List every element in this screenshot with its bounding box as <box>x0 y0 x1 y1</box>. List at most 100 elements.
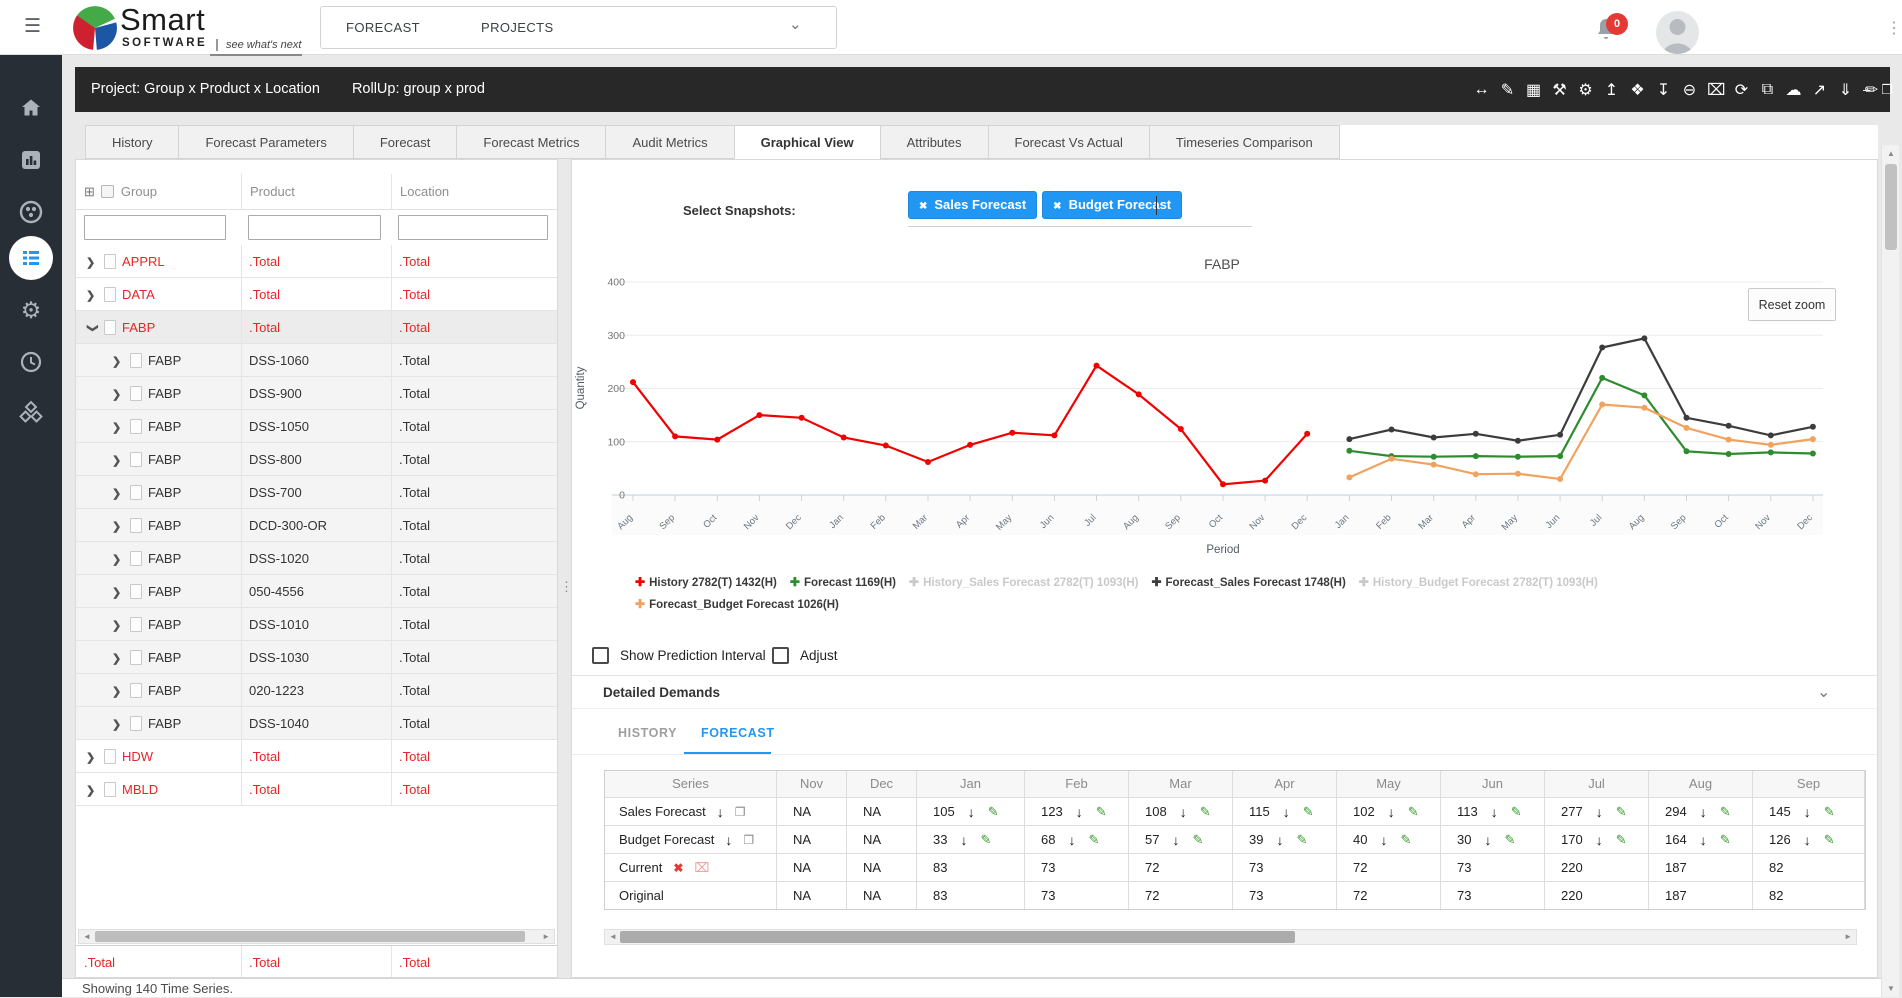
snapshot-chip-sales-forecast[interactable]: ✖Sales Forecast <box>908 191 1037 219</box>
expand-chevron-icon[interactable]: ❯ <box>112 379 124 410</box>
sidebar-item-timeseries-list[interactable] <box>9 236 53 280</box>
notifications-badge[interactable]: 0 <box>1606 13 1628 35</box>
scroll-right-icon[interactable]: ► <box>542 931 550 943</box>
expand-chevron-icon[interactable]: ❯ <box>112 346 124 377</box>
apply-down-icon[interactable]: ↓ <box>1596 827 1603 853</box>
tree-row-hdw[interactable]: ❯HDW.Total.Total <box>76 740 557 773</box>
remove-snapshot-icon[interactable]: ⊖ <box>1681 80 1698 100</box>
chip-remove-icon[interactable]: ✖ <box>919 201 927 212</box>
tree-row-dcd-300-or[interactable]: ❯FABPDCD-300-OR.Total <box>76 509 557 542</box>
apply-down-icon[interactable]: ↓ <box>1172 827 1179 853</box>
export-icon[interactable]: ↗ <box>1811 80 1828 100</box>
expand-chevron-icon[interactable]: ❯ <box>86 775 98 806</box>
sidebar-item-products[interactable] <box>9 391 53 435</box>
tab-forecast[interactable]: FORECAST <box>701 726 775 740</box>
apply-down-icon[interactable]: ↓ <box>717 799 724 825</box>
restore-icon[interactable]: ❐ <box>1881 82 1893 98</box>
tools-icon[interactable]: ⚒ <box>1551 80 1568 100</box>
sidebar-item-settings[interactable]: ⚙ <box>9 288 53 332</box>
sidebar-item-groups[interactable] <box>9 190 53 234</box>
edit-pencil-icon[interactable]: ✎ <box>988 799 999 825</box>
tab-graphical-view[interactable]: Graphical View <box>734 125 880 159</box>
expand-chevron-icon[interactable]: ❯ <box>112 412 124 443</box>
apply-down-icon[interactable]: ↓ <box>1700 799 1707 825</box>
expand-chevron-icon[interactable]: ❯ <box>112 577 124 608</box>
tree-row-mbld[interactable]: ❯MBLD.Total.Total <box>76 773 557 806</box>
sidebar-item-home[interactable] <box>9 86 53 130</box>
delete-icon[interactable]: ⌧ <box>1707 80 1724 100</box>
location-filter-input[interactable] <box>398 215 548 240</box>
tab-forecast-metrics[interactable]: Forecast Metrics <box>456 125 605 159</box>
expand-chevron-icon[interactable]: ❯ <box>112 709 124 740</box>
expand-chevron-icon[interactable]: ❯ <box>112 610 124 641</box>
edit-pencil-icon[interactable]: ✎ <box>1616 799 1627 825</box>
edit-pencil-icon[interactable]: ✎ <box>1504 827 1515 853</box>
apply-down-icon[interactable]: ↓ <box>960 827 967 853</box>
apply-down-icon[interactable]: ↓ <box>1380 827 1387 853</box>
apply-down-icon[interactable]: ↓ <box>1180 799 1187 825</box>
nav-item-projects[interactable]: PROJECTS <box>481 7 554 48</box>
edit-pencil-icon[interactable]: ✎ <box>1096 799 1107 825</box>
apply-down-icon[interactable]: ↓ <box>1076 799 1083 825</box>
tab-forecast-parameters[interactable]: Forecast Parameters <box>178 125 352 159</box>
apply-down-icon[interactable]: ↓ <box>1700 827 1707 853</box>
apply-down-icon[interactable]: ↓ <box>1804 799 1811 825</box>
expand-chevron-icon[interactable]: ❯ <box>76 324 109 336</box>
tree-horizontal-scrollbar[interactable]: ◄ ► <box>78 929 555 944</box>
snapshot-chip-budget-forecast[interactable]: ✖Budget Forecast <box>1042 191 1182 219</box>
resize-horizontal-icon[interactable]: ↔ <box>1473 81 1490 99</box>
tree-row-dss-1030[interactable]: ❯FABPDSS-1030.Total <box>76 641 557 674</box>
apply-down-icon[interactable]: ↓ <box>1068 827 1075 853</box>
tab-audit-metrics[interactable]: Audit Metrics <box>605 125 733 159</box>
tree-row-dss-1060[interactable]: ❯FABPDSS-1060.Total <box>76 344 557 377</box>
copy-icon[interactable]: ❐ <box>743 827 754 853</box>
table-hscroll-thumb[interactable] <box>620 931 1295 943</box>
expand-chevron-icon[interactable]: ❯ <box>86 247 98 278</box>
legend-item[interactable]: ✚Forecast_Sales Forecast 1748(H) <box>1151 574 1345 591</box>
tab-history[interactable]: HISTORY <box>618 726 677 740</box>
tab-timeseries-comparison[interactable]: Timeseries Comparison <box>1149 125 1340 159</box>
expand-chevron-icon[interactable]: ❯ <box>86 280 98 311</box>
edit-pencil-icon[interactable]: ✎ <box>1303 799 1314 825</box>
kebab-menu-icon[interactable]: ⋮ <box>1886 18 1902 38</box>
expand-chevron-icon[interactable]: ❯ <box>112 445 124 476</box>
product-filter-input[interactable] <box>248 215 381 240</box>
tree-row-050-4556[interactable]: ❯FABP050-4556.Total <box>76 575 557 608</box>
tree-row-dss-1010[interactable]: ❯FABPDSS-1010.Total <box>76 608 557 641</box>
apply-down-icon[interactable]: ↓ <box>968 799 975 825</box>
tab-forecast-vs-actual[interactable]: Forecast Vs Actual <box>988 125 1149 159</box>
expand-chevron-icon[interactable]: ❯ <box>112 478 124 509</box>
legend-item[interactable]: ✚Forecast 1169(H) <box>790 574 896 591</box>
apply-down-icon[interactable]: ↓ <box>1276 827 1283 853</box>
nav-chevron-down-icon[interactable]: ⌄ <box>789 15 802 33</box>
scroll-right-icon[interactable]: ► <box>1844 931 1852 943</box>
apply-down-icon[interactable]: ↓ <box>1491 799 1498 825</box>
show-prediction-interval-checkbox[interactable] <box>592 647 609 664</box>
apply-down-icon[interactable]: ↓ <box>1283 799 1290 825</box>
hamburger-menu-icon[interactable]: ☰ <box>24 15 41 38</box>
expand-chevron-icon[interactable]: ❯ <box>112 643 124 674</box>
refresh-icon[interactable]: ⟳ <box>1733 80 1750 100</box>
tab-history[interactable]: History <box>85 125 178 159</box>
edit-pencil-icon[interactable]: ✎ <box>1720 827 1731 853</box>
vscroll-thumb[interactable] <box>1885 164 1897 250</box>
sidebar-item-history[interactable] <box>9 340 53 384</box>
legend-item[interactable]: ✚History 2782(T) 1432(H) <box>635 574 777 591</box>
group-filter-input[interactable] <box>84 215 226 240</box>
expand-chevron-icon[interactable]: ❯ <box>86 742 98 773</box>
edit-pencil-icon[interactable]: ✎ <box>1511 799 1522 825</box>
edit-pencil-icon[interactable]: ✎ <box>1824 799 1835 825</box>
scroll-left-icon[interactable]: ◄ <box>609 931 617 943</box>
expand-all-icon[interactable]: ⊞ <box>84 184 95 199</box>
tag-icon[interactable]: ❖ <box>1629 80 1646 100</box>
edit-pencil-icon[interactable]: ✎ <box>1088 827 1099 853</box>
scroll-up-icon[interactable]: ▲ <box>1882 149 1900 158</box>
tree-row-020-1223[interactable]: ❯FABP020-1223.Total <box>76 674 557 707</box>
edit-forecast-icon[interactable]: ✎ <box>1499 80 1516 100</box>
tree-row-dss-700[interactable]: ❯FABPDSS-700.Total <box>76 476 557 509</box>
tree-row-apprl[interactable]: ❯APPRL.Total.Total <box>76 245 557 278</box>
remove-icon[interactable]: ✖ <box>673 855 683 881</box>
reset-zoom-button[interactable]: Reset zoom <box>1748 288 1836 321</box>
adjust-checkbox[interactable] <box>772 647 789 664</box>
edit-pencil-icon[interactable]: ✎ <box>980 827 991 853</box>
